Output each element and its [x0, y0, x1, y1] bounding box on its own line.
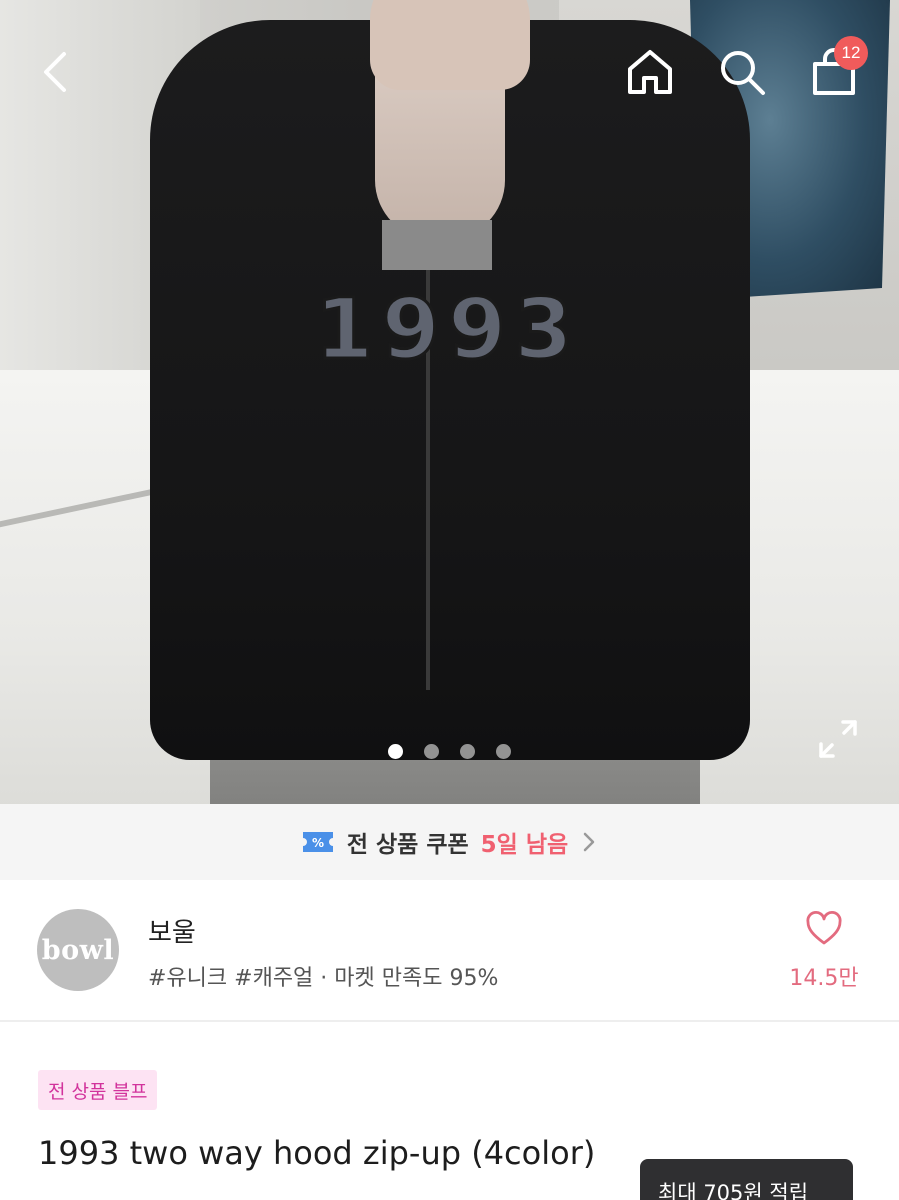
expand-icon [819, 720, 857, 758]
model-photo: 1993 [120, 0, 760, 804]
cart-button[interactable]: 12 [806, 36, 868, 100]
product-image-carousel[interactable]: 1993 12 [0, 0, 899, 804]
hoodie-print: 1993 [314, 279, 581, 380]
heart-outline-icon [806, 910, 842, 945]
back-button[interactable] [28, 44, 84, 100]
home-icon [628, 50, 672, 94]
coupon-days-left: 5일 남음 [480, 832, 569, 858]
points-tooltip: 최대 705원 적립 [640, 1159, 853, 1200]
search-icon [721, 51, 765, 95]
chevron-right-icon [583, 832, 595, 852]
shop-avatar-logo: bowl [41, 934, 115, 966]
product-title: 1993 two way hood zip-up (4color) [38, 1134, 596, 1172]
model-neck [375, 70, 505, 240]
cart-count-badge: 12 [834, 36, 868, 70]
carousel-pagination [0, 744, 899, 759]
shop-info-row[interactable]: bowl 보울 #유니크 #캐주얼 · 마켓 만족도 95% 14.5만 [0, 880, 899, 1022]
model-hand [370, 0, 530, 90]
like-count: 14.5만 [789, 966, 859, 991]
home-button[interactable] [622, 44, 678, 100]
expand-image-button[interactable] [815, 716, 861, 762]
chevron-left-icon [44, 52, 66, 92]
shop-name[interactable]: 보울 [148, 912, 196, 949]
carousel-dot[interactable] [424, 744, 439, 759]
carousel-dot[interactable] [460, 744, 475, 759]
svg-text:%: % [312, 836, 324, 850]
like-button[interactable] [805, 910, 843, 948]
coupon-banner[interactable]: % 전 상품 쿠폰 5일 남음 [0, 804, 899, 880]
shop-avatar[interactable]: bowl [37, 909, 119, 991]
model-innertop [382, 220, 492, 270]
carousel-dot[interactable] [388, 744, 403, 759]
promo-tag: 전 상품 블프 [38, 1070, 158, 1110]
shop-meta: #유니크 #캐주얼 · 마켓 만족도 95% [148, 966, 499, 991]
coupon-text: 전 상품 쿠폰 [346, 832, 469, 858]
carousel-dot[interactable] [496, 744, 511, 759]
search-button[interactable] [714, 44, 770, 100]
coupon-ticket-icon: % [302, 832, 333, 852]
